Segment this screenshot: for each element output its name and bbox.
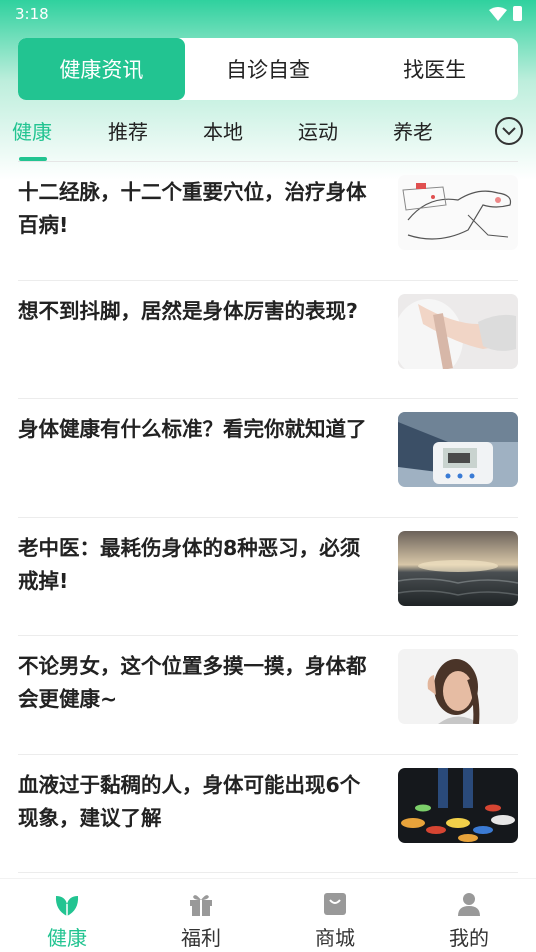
status-bar: 3:18 bbox=[0, 0, 536, 27]
status-icons bbox=[489, 6, 522, 21]
list-item[interactable]: 老中医：最耗伤身体的8种恶习，必须戒掉! bbox=[0, 518, 536, 637]
segment-control: 健康资讯 自诊自查 找医生 bbox=[18, 38, 518, 100]
news-thumbnail bbox=[398, 175, 518, 250]
shop-bag-icon bbox=[324, 893, 346, 915]
tab-sports[interactable]: 运动 bbox=[298, 116, 338, 145]
segment-tab-health-news[interactable]: 健康资讯 bbox=[18, 38, 185, 100]
category-tabs: 健康 推荐 本地 运动 养老 bbox=[0, 106, 536, 160]
list-item[interactable]: 身体健康有什么标准？看完你就知道了 bbox=[0, 399, 536, 518]
list-item[interactable]: 不论男女，这个位置多摸一摸，身体都会更健康~ bbox=[0, 636, 536, 755]
list-item[interactable]: 想不到抖脚，居然是身体厉害的表现? bbox=[0, 281, 536, 400]
news-thumbnail bbox=[398, 530, 518, 606]
news-thumbnail bbox=[398, 293, 518, 369]
blood-pressure-monitor-photo bbox=[398, 412, 518, 487]
segment-tab-find-doctor[interactable]: 找医生 bbox=[351, 38, 518, 100]
news-title: 不论男女，这个位置多摸一摸，身体都会更健康~ bbox=[18, 654, 367, 711]
wifi-icon bbox=[489, 6, 507, 21]
tab-local[interactable]: 本地 bbox=[203, 116, 243, 145]
leaf-icon bbox=[55, 896, 79, 916]
news-title: 想不到抖脚，居然是身体厉害的表现? bbox=[18, 298, 358, 323]
nav-shop[interactable]: 商城 bbox=[268, 879, 402, 952]
nav-welfare[interactable]: 福利 bbox=[134, 879, 268, 952]
news-thumbnail bbox=[398, 412, 518, 487]
nav-label: 健康 bbox=[47, 926, 87, 950]
list-item[interactable]: 血液过于黏稠的人，身体可能出现6个现象，建议了解 bbox=[0, 755, 536, 874]
user-icon bbox=[458, 893, 480, 916]
battery-icon bbox=[513, 6, 522, 21]
acupuncture-hand-illustration bbox=[398, 175, 518, 250]
list-item[interactable]: 十二经脉，十二个重要穴位，治疗身体百病! bbox=[0, 162, 536, 281]
chevron-down-icon bbox=[502, 126, 516, 135]
gift-icon bbox=[190, 895, 212, 916]
news-title: 血液过于黏稠的人，身体可能出现6个现象，建议了解 bbox=[18, 772, 361, 830]
nav-health[interactable]: 健康 bbox=[0, 879, 134, 952]
sea-sunset-photo bbox=[398, 530, 518, 606]
nav-mine[interactable]: 我的 bbox=[402, 879, 536, 952]
pills-photo bbox=[398, 767, 518, 843]
segment-tab-self-check[interactable]: 自诊自查 bbox=[185, 38, 352, 100]
tab-recommend[interactable]: 推荐 bbox=[108, 116, 148, 145]
tab-health[interactable]: 健康 bbox=[12, 116, 52, 145]
status-time: 3:18 bbox=[15, 4, 49, 23]
news-thumbnail bbox=[398, 649, 518, 724]
bottom-navigation: 健康 福利 商城 我的 bbox=[0, 878, 536, 952]
news-thumbnail bbox=[398, 767, 518, 843]
news-title: 身体健康有什么标准？看完你就知道了 bbox=[18, 417, 367, 441]
nav-label: 商城 bbox=[315, 926, 355, 950]
expand-categories-button[interactable] bbox=[495, 117, 523, 145]
news-title: 老中医：最耗伤身体的8种恶习，必须戒掉! bbox=[18, 535, 361, 593]
tab-elderly-care[interactable]: 养老 bbox=[393, 116, 433, 145]
woman-listening-photo bbox=[398, 649, 518, 724]
legs-photo bbox=[398, 293, 518, 369]
nav-label: 福利 bbox=[181, 926, 221, 950]
news-title: 十二经脉，十二个重要穴位，治疗身体百病! bbox=[18, 180, 367, 237]
news-list: 十二经脉，十二个重要穴位，治疗身体百病! 想不到抖脚，居然是身体厉害的表现? 身… bbox=[0, 162, 536, 873]
nav-label: 我的 bbox=[449, 926, 489, 950]
